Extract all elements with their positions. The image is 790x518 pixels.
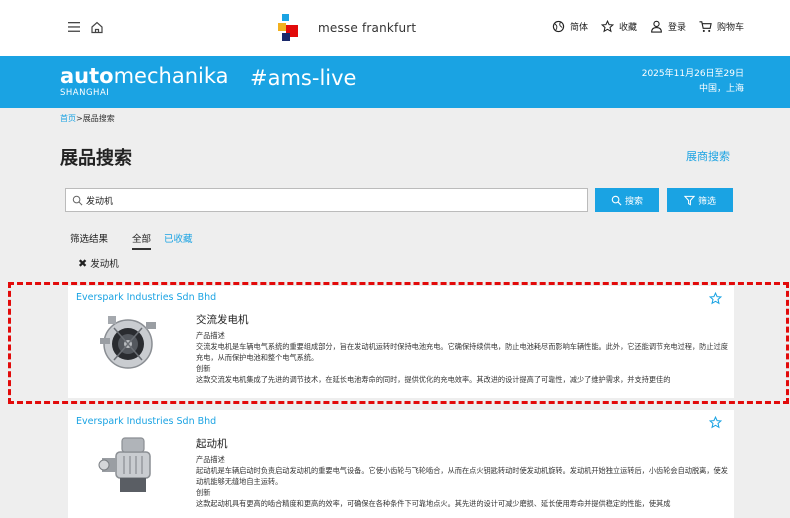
page-title: 展品搜索	[60, 148, 132, 169]
user-icon	[651, 20, 662, 33]
search-icon	[72, 195, 83, 206]
language-label: 简体	[570, 23, 589, 33]
search-button[interactable]: 搜索	[595, 188, 659, 212]
search-box[interactable]	[65, 188, 588, 212]
event-hashtag: #ams-live	[250, 66, 357, 90]
result-label: 筛选结果	[70, 234, 109, 245]
login-button[interactable]: 登录	[650, 20, 686, 33]
product-description: 产品描述 起动机是车辆启动时负责启动发动机的重要电气设备。它使小齿轮与飞轮啮合，…	[196, 454, 728, 509]
innovation-label: 创新	[196, 488, 211, 497]
login-label: 登录	[668, 23, 687, 33]
active-filter-chip[interactable]: ✖ 发动机	[78, 256, 119, 271]
filter-icon	[683, 195, 695, 205]
logo-bold: auto	[60, 64, 114, 88]
messe-frankfurt-logo[interactable]	[276, 14, 300, 44]
innovation-text: 这款起动机具有更高的啮合精度和更高的效率，可确保在各种条件下可靠地点火。其先进的…	[196, 499, 671, 508]
favorite-star-icon[interactable]	[709, 416, 722, 429]
breadcrumb-home[interactable]: 首页	[60, 114, 76, 123]
top-bar: messe frankfurt 简体 收藏 登录 购物车	[0, 0, 790, 56]
tab-favorites[interactable]: 已收藏	[164, 231, 193, 245]
logo-subtitle: SHANGHAI	[60, 88, 110, 98]
company-name[interactable]: Everspark Industries Sdn Bhd	[76, 416, 216, 427]
exhibitor-search-link[interactable]: 展商搜索	[686, 148, 730, 164]
breadcrumb-current: 展品搜索	[82, 114, 115, 123]
active-filter-label: 发动机	[90, 259, 119, 270]
automechanika-logo[interactable]: automechanika	[60, 64, 229, 88]
search-input[interactable]	[86, 191, 581, 209]
tab-all[interactable]: 全部	[132, 231, 152, 250]
remove-filter-icon[interactable]: ✖	[78, 257, 87, 270]
breadcrumb: 首页>展品搜索	[60, 113, 115, 124]
language-switch[interactable]: 简体	[552, 20, 588, 33]
cart-icon	[699, 21, 712, 32]
search-icon	[611, 195, 622, 205]
breadcrumb-separator: >	[76, 114, 83, 123]
menu-icon[interactable]	[68, 22, 80, 32]
logo-light: mechanika	[113, 64, 229, 88]
star-icon	[601, 20, 615, 33]
event-date: 2025年11月26日至29日	[641, 69, 744, 79]
brand-name: messe frankfurt	[318, 21, 417, 35]
highlight-box	[8, 282, 789, 404]
globe-icon	[552, 20, 565, 33]
cart-label: 购物车	[717, 23, 745, 33]
top-actions: 简体 收藏 登录 购物车	[552, 20, 744, 33]
home-icon[interactable]	[90, 20, 104, 34]
favorites-label: 收藏	[619, 23, 638, 33]
favorites-button[interactable]: 收藏	[601, 20, 637, 33]
product-card[interactable]: Everspark Industries Sdn Bhd 起动机 产品描述 起动…	[68, 410, 734, 518]
search-button-label: 搜索	[624, 196, 643, 207]
event-place: 中国，上海	[698, 84, 744, 94]
filter-button-label: 筛选	[697, 196, 716, 207]
filter-button[interactable]: 筛选	[667, 188, 733, 212]
cart-button[interactable]: 购物车	[699, 20, 744, 33]
description-label: 产品描述	[196, 455, 225, 464]
description-text: 起动机是车辆启动时负责启动发动机的重要电气设备。它使小齿轮与飞轮啮合，从而在点火…	[196, 466, 728, 486]
product-name[interactable]: 起动机	[196, 436, 228, 451]
starter-motor-image[interactable]	[94, 432, 162, 500]
